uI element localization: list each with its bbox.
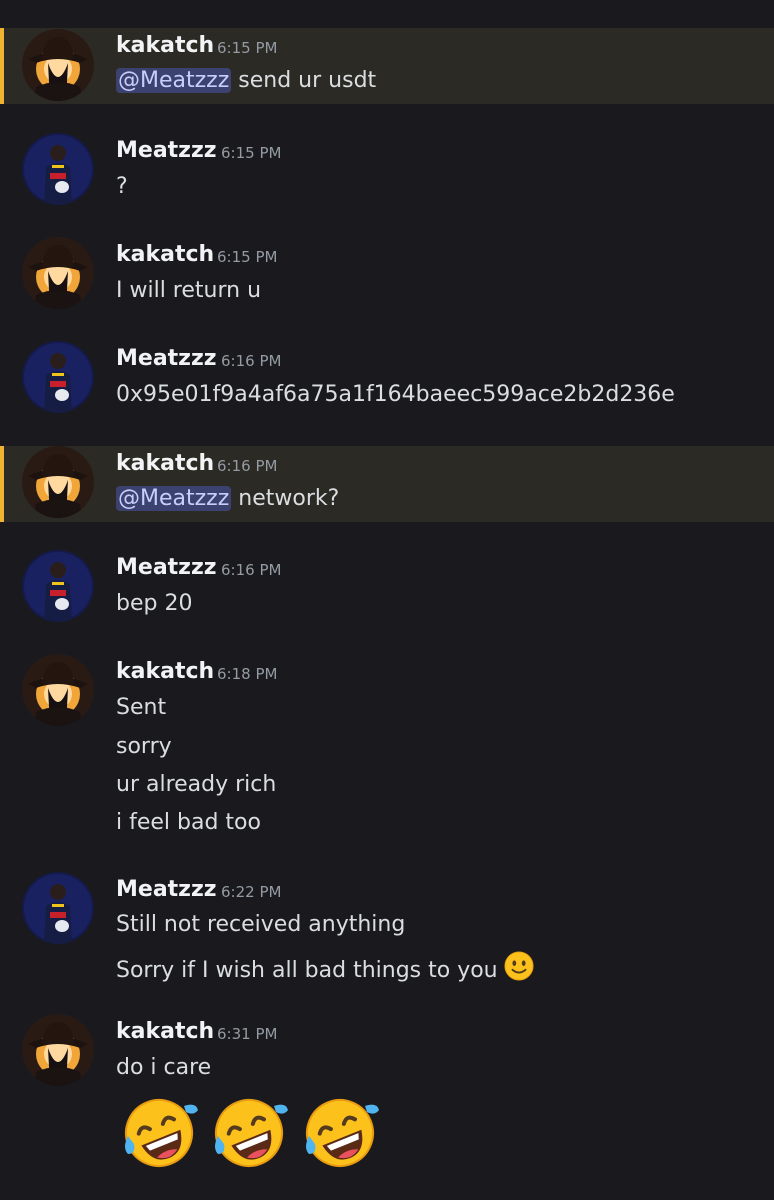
author-name[interactable]: Meatzzz — [116, 555, 217, 581]
author-name[interactable]: kakatch — [116, 1019, 214, 1045]
racing-driver-avatar-icon[interactable] — [22, 872, 94, 944]
cowboy-hat-avatar-icon[interactable] — [22, 237, 94, 309]
message-text: I will return u — [116, 278, 262, 303]
message-text: @Meatzzz network? — [116, 485, 339, 513]
message-6[interactable]: Meatzzz 6:16 PM bep 20 — [0, 550, 774, 626]
message-8[interactable]: Meatzzz 6:22 PM Still not received anyth… — [0, 872, 774, 987]
message-text: bep 20 — [116, 591, 193, 616]
rolling-on-floor-laughing-emoji — [118, 1092, 200, 1174]
message-2[interactable]: Meatzzz 6:15 PM ? — [0, 133, 774, 209]
message-4[interactable]: Meatzzz 6:16 PM 0x95e01f9a4af6a75a1f164b… — [0, 341, 774, 417]
rolling-on-floor-laughing-emoji — [299, 1092, 381, 1174]
message-text: Still not received anything — [116, 912, 406, 937]
racing-driver-avatar-icon[interactable] — [22, 550, 94, 622]
cowboy-hat-avatar-icon[interactable] — [22, 446, 94, 518]
racing-driver-avatar-icon[interactable] — [22, 341, 94, 413]
message-body: Sorry if I wish all bad things to you — [116, 958, 498, 983]
cowboy-hat-avatar-icon[interactable] — [22, 1014, 94, 1086]
message-1[interactable]: kakatch 6:15 PM @Meatzzz send ur usdt — [0, 28, 774, 104]
author-name[interactable]: Meatzzz — [116, 877, 217, 903]
timestamp: 6:16 PM — [221, 561, 282, 579]
wallet-address-text: 0x95e01f9a4af6a75a1f164baeec599ace2b2d23… — [116, 382, 675, 407]
timestamp: 6:15 PM — [217, 39, 278, 57]
author-name[interactable]: kakatch — [116, 33, 214, 59]
message-text: Sorry if I wish all bad things to you — [116, 951, 534, 985]
timestamp: 6:22 PM — [221, 883, 282, 901]
timestamp: 6:16 PM — [217, 457, 278, 475]
timestamp: 6:18 PM — [217, 665, 278, 683]
message-text: ? — [116, 174, 128, 199]
author-name[interactable]: kakatch — [116, 242, 214, 268]
message-text: i feel bad too — [116, 810, 261, 835]
slightly-smiling-face-emoji — [504, 951, 534, 981]
author-name[interactable]: kakatch — [116, 659, 214, 685]
message-5[interactable]: kakatch 6:16 PM @Meatzzz network? — [0, 446, 774, 522]
rolling-on-floor-laughing-emoji — [208, 1092, 290, 1174]
message-7[interactable]: kakatch 6:18 PM Sent sorry ur already ri… — [0, 654, 774, 844]
message-body: network? — [238, 486, 340, 511]
timestamp: 6:16 PM — [221, 352, 282, 370]
message-9[interactable]: kakatch 6:31 PM do i care — [0, 1014, 774, 1090]
message-text: ur already rich — [116, 772, 277, 797]
message-text: do i care — [116, 1055, 212, 1080]
message-body: send ur usdt — [238, 68, 377, 93]
timestamp: 6:31 PM — [217, 1025, 278, 1043]
author-name[interactable]: kakatch — [116, 451, 214, 477]
author-name[interactable]: Meatzzz — [116, 138, 217, 164]
message-text: Sent — [116, 695, 167, 720]
message-3[interactable]: kakatch 6:15 PM I will return u — [0, 237, 774, 313]
racing-driver-avatar-icon[interactable] — [22, 133, 94, 205]
user-mention[interactable]: @Meatzzz — [116, 68, 232, 93]
timestamp: 6:15 PM — [221, 144, 282, 162]
user-mention[interactable]: @Meatzzz — [116, 486, 232, 511]
message-text: sorry — [116, 734, 172, 759]
message-text: @Meatzzz send ur usdt — [116, 67, 376, 95]
cowboy-hat-avatar-icon[interactable] — [22, 654, 94, 726]
timestamp: 6:15 PM — [217, 248, 278, 266]
author-name[interactable]: Meatzzz — [116, 346, 217, 372]
cowboy-hat-avatar-icon[interactable] — [22, 29, 94, 101]
